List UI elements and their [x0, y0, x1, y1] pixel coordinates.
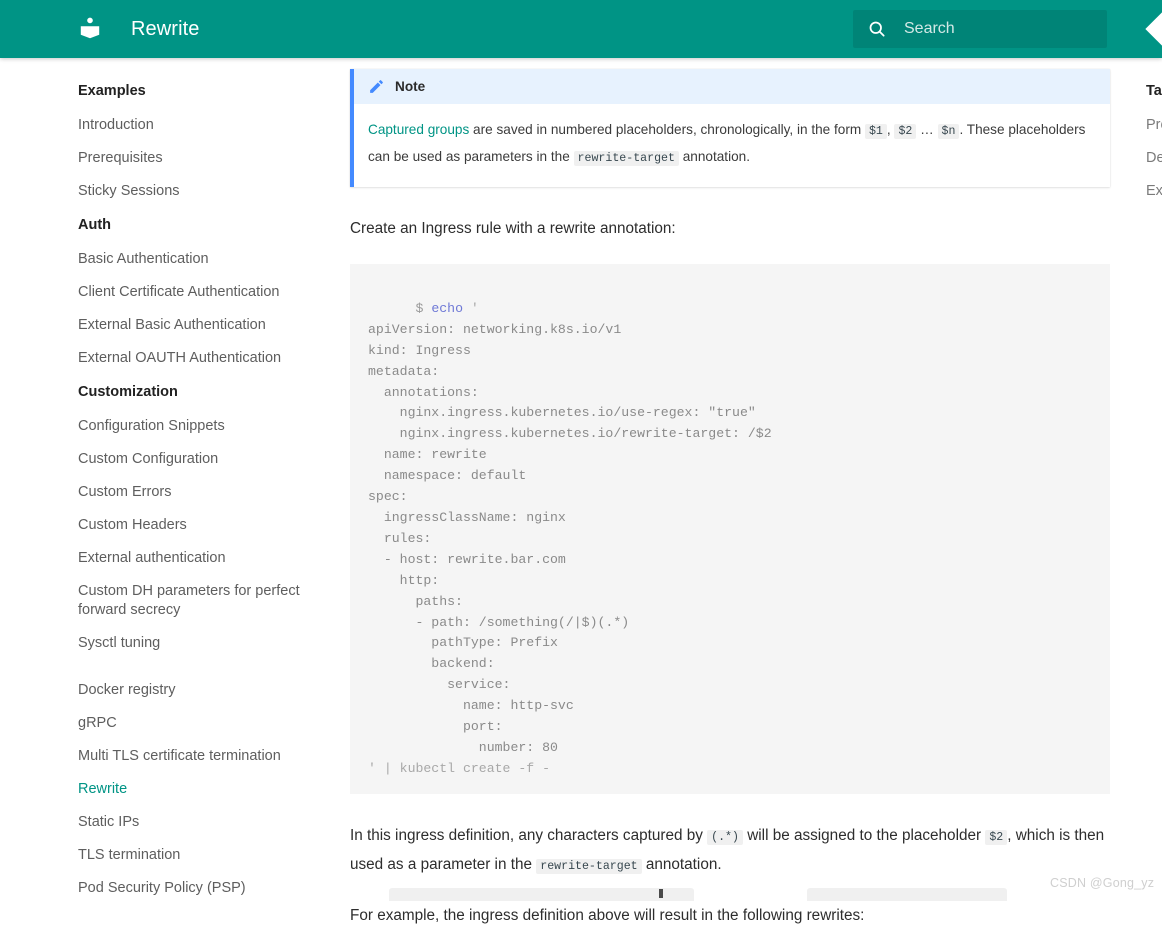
sidebar-item-basic-authentication[interactable]: Basic Authentication: [0, 243, 330, 276]
nav-divider-spacer: [0, 660, 330, 674]
sidebar-item-custom-headers[interactable]: Custom Headers: [0, 509, 330, 542]
book-icon[interactable]: [76, 15, 104, 43]
nav-group-misc: Docker registry gRPC Multi TLS certifica…: [0, 674, 330, 905]
sidebar-item-introduction[interactable]: Introduction: [0, 109, 330, 142]
sidebar-item-custom-dh-parameters[interactable]: Custom DH parameters for perfect forward…: [0, 575, 330, 627]
shell-quote-open: ': [470, 300, 479, 316]
note-admonition-title-text: Note: [395, 79, 426, 94]
toc-item-prerequisites[interactable]: Prerequisites: [1146, 109, 1162, 142]
table-arrow-preview: [659, 889, 663, 898]
inline-code-placeholder-dollar2: $2: [985, 829, 1008, 845]
explanation-paragraph: In this ingress definition, any characte…: [350, 822, 1110, 880]
search-icon: [867, 19, 887, 39]
shell-closing-line: ' | kubectl create -f -: [368, 760, 551, 776]
sidebar-item-external-basic-authentication[interactable]: External Basic Authentication: [0, 309, 330, 342]
para2-text-2: will be assigned to the placeholder: [742, 826, 986, 844]
toc-title: Table of contents: [1146, 83, 1162, 99]
note-admonition-body: Captured groups are saved in numbered pl…: [354, 104, 1110, 187]
sidebar-item-rewrite[interactable]: Rewrite: [0, 773, 330, 806]
sidebar-item-tls-termination[interactable]: TLS termination: [0, 839, 330, 872]
app-header: Rewrite: [0, 0, 1162, 58]
inline-code-dollar1: $1: [864, 124, 887, 139]
shell-prompt: $: [415, 300, 424, 316]
pencil-icon: [368, 78, 385, 95]
table-cell-preview-left: [389, 888, 694, 901]
sidebar-item-external-authentication[interactable]: External authentication: [0, 542, 330, 575]
code-body: apiVersion: networking.k8s.io/v1 kind: I…: [368, 321, 772, 755]
rewrites-table-preview: [350, 888, 1110, 901]
sidebar-item-docker-registry[interactable]: Docker registry: [0, 674, 330, 707]
primary-navigation: Examples Introduction Prerequisites Stic…: [0, 58, 330, 901]
watermark: CSDN @Gong_yz: [1050, 876, 1155, 890]
nav-group-examples: Examples Introduction Prerequisites Stic…: [0, 74, 330, 208]
search-input[interactable]: [902, 19, 1082, 39]
sidebar-item-configuration-snippets[interactable]: Configuration Snippets: [0, 410, 330, 443]
sidebar-item-prerequisites[interactable]: Prerequisites: [0, 142, 330, 175]
inline-code-capture-group: (.*): [707, 829, 743, 845]
inline-code-dollarn: $n: [937, 124, 960, 139]
note-text-3: annotation.: [678, 149, 751, 164]
shell-command: echo: [431, 300, 463, 316]
sidebar-item-custom-configuration[interactable]: Custom Configuration: [0, 443, 330, 476]
nav-group-customization: Customization Configuration Snippets Cus…: [0, 375, 330, 660]
page-body: Examples Introduction Prerequisites Stic…: [0, 58, 1162, 924]
captured-groups-link[interactable]: Captured groups: [368, 122, 469, 137]
sidebar-item-static-ips[interactable]: Static IPs: [0, 806, 330, 839]
sidebar-item-client-certificate-authentication[interactable]: Client Certificate Authentication: [0, 276, 330, 309]
chevron-left-icon[interactable]: [1140, 8, 1162, 50]
page-title: Rewrite: [131, 17, 200, 40]
nav-group-auth: Auth Basic Authentication Client Certifi…: [0, 208, 330, 375]
toc-item-deployment[interactable]: Deployment: [1146, 142, 1162, 175]
main-content: Note Captured groups are saved in number…: [330, 58, 1130, 924]
yaml-code-block[interactable]: $ echo ' apiVersion: networking.k8s.io/v…: [350, 264, 1110, 794]
table-cell-preview-right: [807, 888, 1007, 901]
sidebar-item-external-oauth-authentication[interactable]: External OAUTH Authentication: [0, 342, 330, 375]
sidebar-item-sticky-sessions[interactable]: Sticky Sessions: [0, 175, 330, 208]
sidebar-item-custom-errors[interactable]: Custom Errors: [0, 476, 330, 509]
inline-code-rewrite-target-2: rewrite-target: [536, 858, 642, 874]
sidebar-item-grpc[interactable]: gRPC: [0, 707, 330, 740]
inline-code-dollar2: $2: [894, 124, 917, 139]
note-admonition: Note Captured groups are saved in number…: [350, 69, 1110, 187]
note-admonition-header: Note: [354, 69, 1110, 104]
nav-group-title: Customization: [78, 384, 178, 400]
intro-paragraph: Create an Ingress rule with a rewrite an…: [350, 220, 676, 237]
example-paragraph: For example, the ingress definition abov…: [350, 906, 865, 924]
note-text-1: are saved in numbered placeholders, chro…: [469, 122, 865, 137]
sidebar-item-pod-security-policy[interactable]: Pod Security Policy (PSP): [0, 872, 330, 905]
sidebar-item-sysctl-tuning[interactable]: Sysctl tuning: [0, 627, 330, 660]
table-of-contents: Table of contents Prerequisites Deployme…: [1146, 58, 1162, 901]
para2-text-4: annotation.: [641, 855, 722, 873]
note-sep-2: …: [916, 122, 938, 137]
sidebar-item-multi-tls-certificate-termination[interactable]: Multi TLS certificate termination: [0, 740, 330, 773]
nav-group-title: Examples: [78, 83, 146, 99]
para2-text-1: In this ingress definition, any characte…: [350, 826, 708, 844]
nav-group-title: Auth: [78, 217, 112, 233]
copy-icon[interactable]: [1077, 276, 1096, 295]
inline-code-rewrite-target: rewrite-target: [573, 151, 679, 166]
toc-item-examples[interactable]: Examples: [1146, 175, 1162, 208]
search-box[interactable]: [853, 10, 1107, 48]
